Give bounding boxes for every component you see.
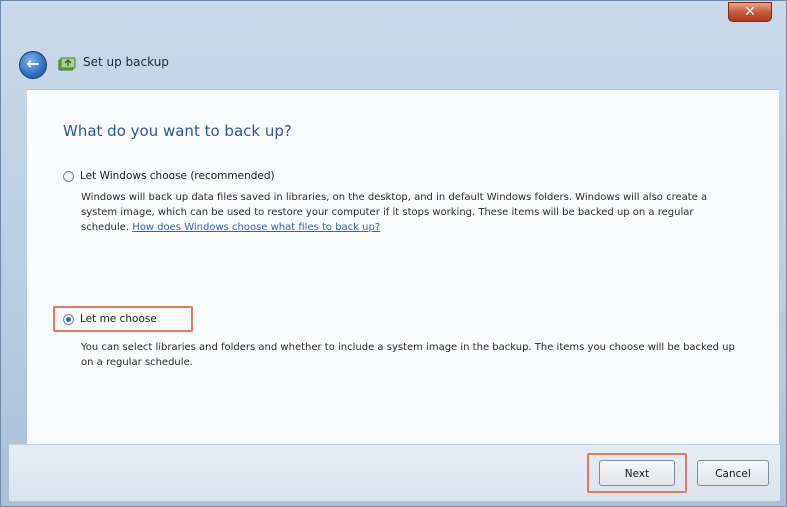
content-pane: What do you want to back up? Let Windows… (27, 89, 779, 445)
option-label: Let Windows choose (recommended) (80, 170, 275, 182)
setup-backup-window: ✕ ← Set up backup What do you want to ba… (0, 0, 787, 507)
option-let-windows-choose[interactable]: Let Windows choose (recommended) (63, 170, 275, 182)
window-title: Set up backup (83, 55, 169, 69)
option-description: Windows will back up data files saved in… (81, 190, 741, 235)
page-heading: What do you want to back up? (63, 122, 292, 140)
next-button[interactable]: Next (599, 460, 675, 486)
radio-let-windows-choose[interactable] (63, 170, 74, 182)
how-windows-chooses-link[interactable]: How does Windows choose what files to ba… (132, 222, 380, 233)
title-bar: ← Set up backup (9, 45, 780, 83)
back-arrow-icon: ← (26, 54, 40, 73)
footer-bar: Next Cancel (9, 444, 780, 501)
option-let-me-choose[interactable]: Let me choose (63, 313, 157, 325)
cancel-button[interactable]: Cancel (697, 460, 769, 486)
radio-let-me-choose[interactable] (63, 313, 74, 325)
backup-icon (58, 57, 76, 71)
option-description-text: You can select libraries and folders and… (81, 342, 735, 368)
close-icon: ✕ (744, 4, 756, 20)
back-button[interactable]: ← (19, 51, 47, 79)
option-description: You can select libraries and folders and… (81, 340, 741, 370)
close-button[interactable]: ✕ (728, 2, 772, 22)
option-label: Let me choose (80, 313, 157, 325)
